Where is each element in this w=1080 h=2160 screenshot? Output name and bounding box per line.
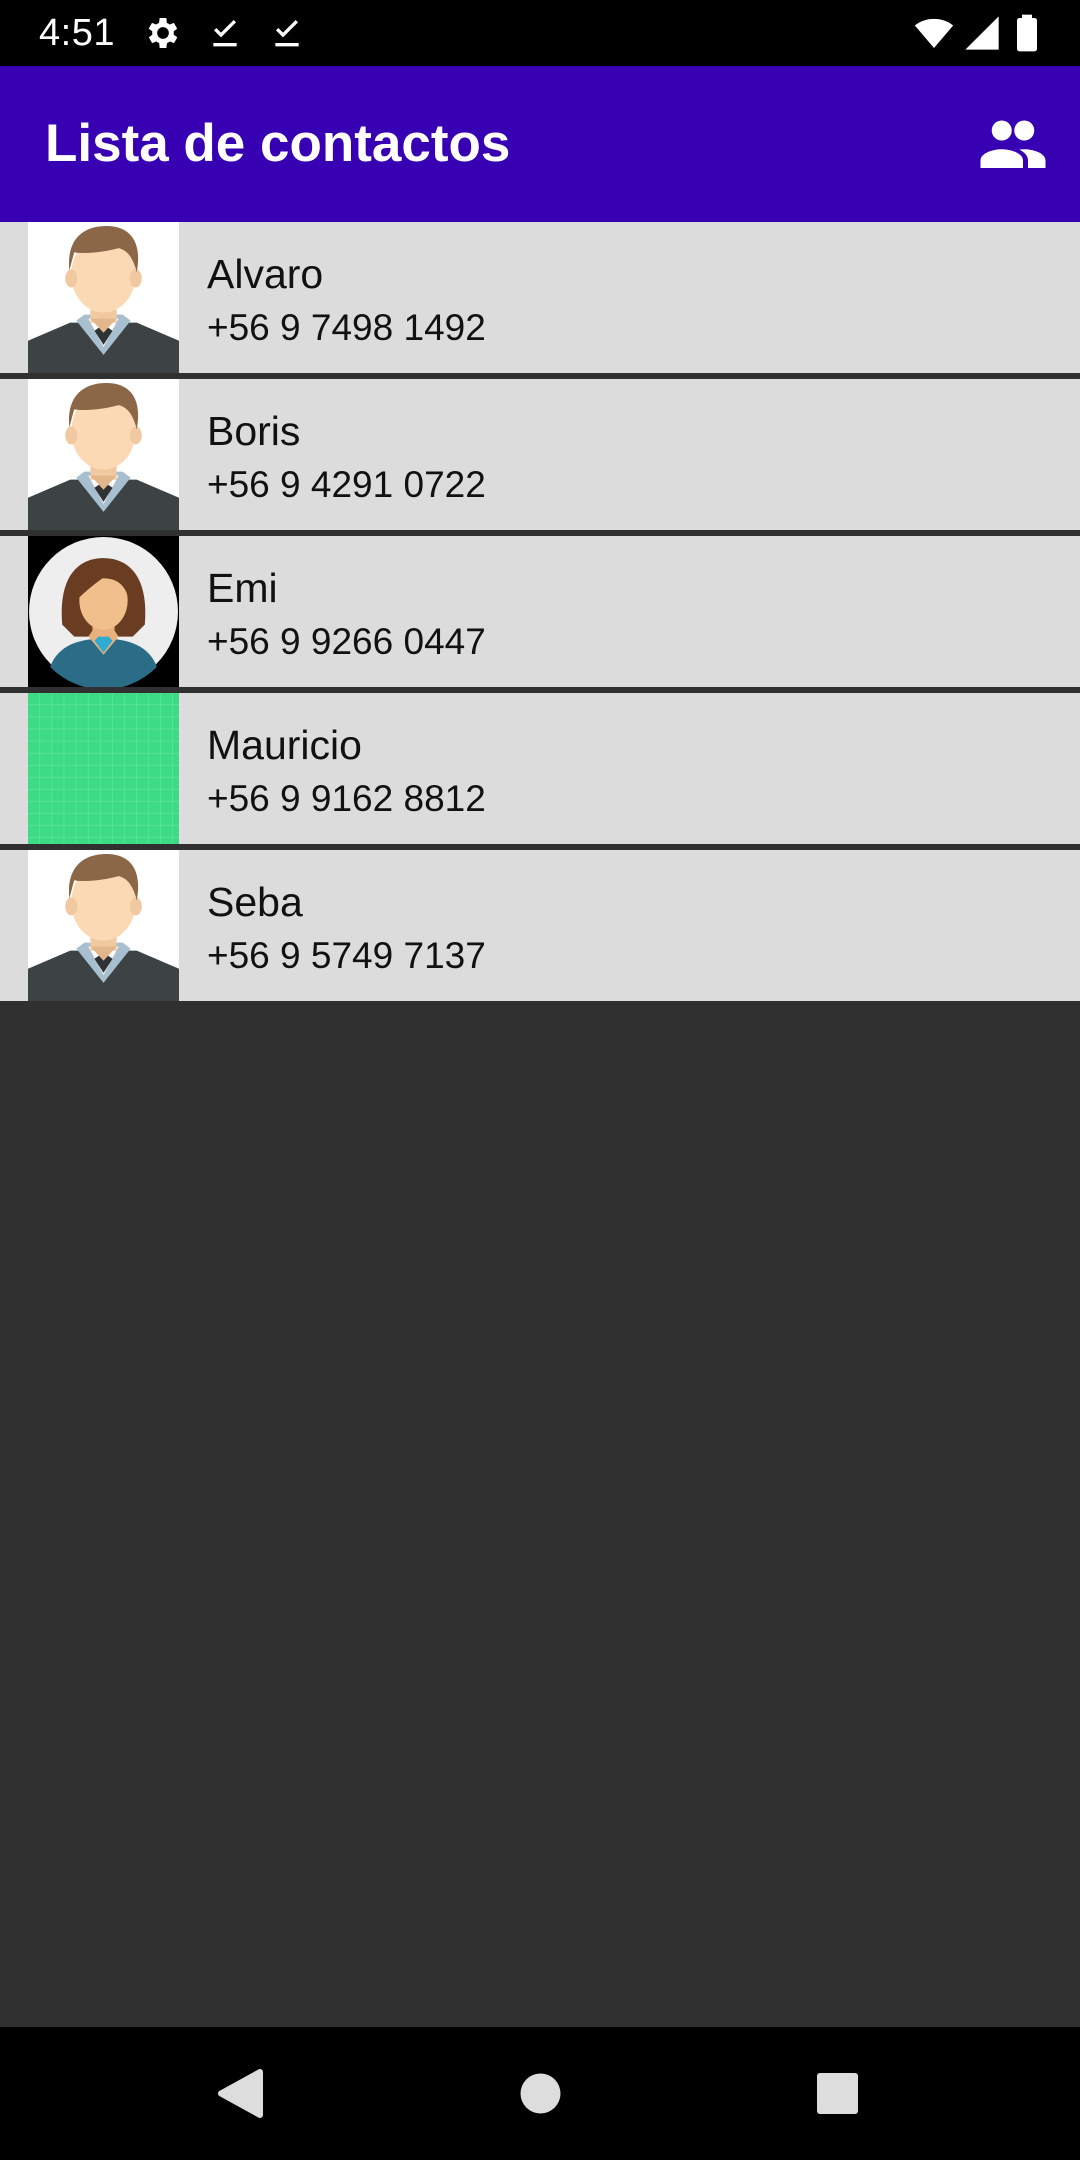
status-bar: 4:51 (0, 0, 1080, 66)
contact-row[interactable]: Emi +56 9 9266 0447 (0, 536, 1080, 693)
contact-name: Boris (207, 408, 301, 454)
contact-name: Mauricio (207, 722, 362, 768)
download-done-icon (267, 13, 307, 53)
contact-name: Seba (207, 879, 303, 925)
male-avatar-icon (28, 222, 179, 373)
navigation-bar (0, 2027, 1080, 2160)
contact-list: Alvaro +56 9 7498 1492 Boris +56 9 4291 … (0, 222, 1080, 1001)
male-avatar-icon (28, 850, 179, 1001)
contact-name: Alvaro (207, 251, 324, 297)
page-title: Lista de contactos (45, 114, 511, 173)
contact-phone: +56 9 7498 1492 (207, 307, 486, 348)
contact-row[interactable]: Mauricio +56 9 9162 8812 (0, 693, 1080, 850)
contact-phone: +56 9 9266 0447 (207, 621, 486, 662)
female-avatar-icon (28, 536, 179, 687)
contact-phone: +56 9 9162 8812 (207, 778, 486, 819)
contact-row[interactable]: Seba +56 9 5749 7137 (0, 850, 1080, 1001)
cell-signal-icon (962, 13, 1002, 53)
male-avatar-icon (28, 379, 179, 530)
status-time: 4:51 (39, 12, 115, 54)
back-icon[interactable] (174, 2027, 307, 2160)
green-placeholder-icon (28, 693, 179, 844)
app-bar: Lista de contactos (0, 66, 1080, 222)
battery-icon (1011, 13, 1043, 53)
contact-name: Emi (207, 565, 278, 611)
recents-icon[interactable] (771, 2027, 904, 2160)
contact-row[interactable]: Boris +56 9 4291 0722 (0, 379, 1080, 536)
contact-phone: +56 9 4291 0722 (207, 464, 486, 505)
wifi-icon (912, 13, 956, 53)
people-icon[interactable] (980, 118, 1046, 168)
gear-icon (143, 13, 183, 53)
contact-row[interactable]: Alvaro +56 9 7498 1492 (0, 222, 1080, 379)
home-icon[interactable] (474, 2027, 607, 2160)
contact-phone: +56 9 5749 7137 (207, 935, 486, 976)
download-done-icon (205, 13, 245, 53)
